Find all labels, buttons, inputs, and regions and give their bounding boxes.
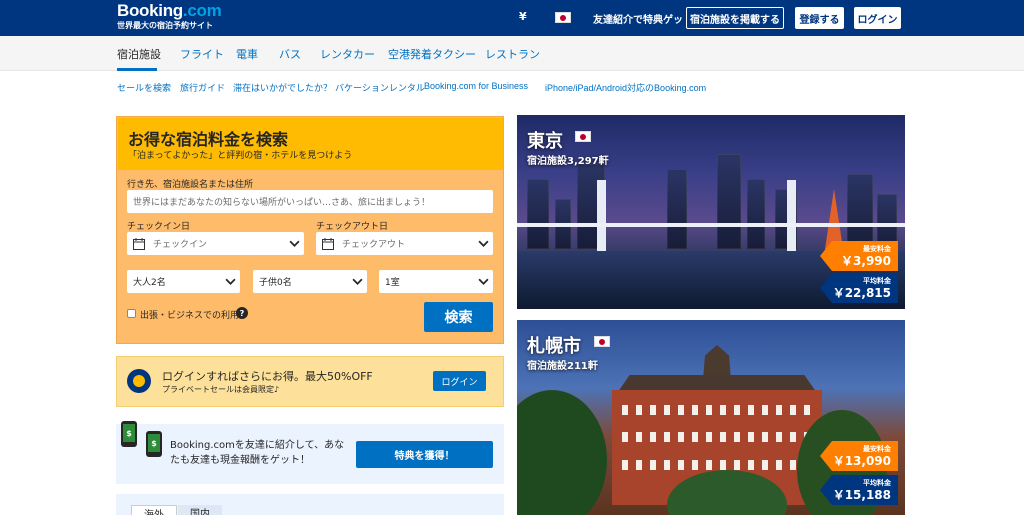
adults-select[interactable]: 大人2名: [127, 270, 240, 293]
phone-cash-icon: [146, 431, 162, 457]
avg-price-label: 平均料金: [863, 276, 891, 285]
tree: [517, 390, 607, 515]
sublink-travel-guide[interactable]: 旅行ガイド: [180, 81, 225, 94]
business-trip-label: 出張・ビジネスでの利用: [140, 311, 240, 321]
search-button[interactable]: 検索: [424, 302, 493, 332]
min-price-value: ￥3,990: [841, 253, 891, 268]
sublink-deals[interactable]: セールを検索: [117, 81, 171, 94]
sublink-business[interactable]: Booking.com for Business: [424, 81, 528, 91]
login-promo-subtitle: プライベートセールは会員限定♪: [162, 385, 280, 394]
checkin-date-field[interactable]: チェックイン: [127, 232, 304, 255]
register-button[interactable]: 登録する: [795, 7, 844, 29]
min-price-value: ￥13,090: [832, 453, 891, 468]
skyline-building: [667, 169, 687, 249]
referral-claim-button[interactable]: 特典を獲得！: [356, 441, 493, 468]
calendar-icon: [133, 237, 145, 250]
login-button[interactable]: ログイン: [854, 7, 901, 29]
destination-label: 行き先、宿泊施設名または住所: [127, 180, 254, 190]
property-count: 宿泊施設211軒: [527, 361, 598, 372]
currency-selector[interactable]: ¥: [519, 10, 527, 23]
skyline-building: [527, 179, 549, 249]
skyline-building: [747, 179, 765, 249]
search-subtitle: 「泊まってよかった」と評判の宿・ホテルを見つけよう: [128, 151, 353, 161]
japan-flag-icon: [594, 336, 610, 347]
tab-bus[interactable]: バス: [279, 46, 301, 62]
building-dome: [703, 345, 731, 380]
chevron-down-icon: [225, 276, 236, 285]
tab-trains[interactable]: 電車: [236, 46, 258, 62]
chevron-down-icon: [478, 276, 489, 285]
logo-tagline: 世界最大の宿泊予約サイト: [117, 21, 213, 30]
window-row: [622, 460, 812, 470]
login-promo-title: ログインすればさらにお得。最大50%OFF: [162, 370, 373, 383]
min-price-tag: 最安料金 ￥3,990: [820, 241, 898, 271]
tab-car-rental[interactable]: レンタカー: [320, 46, 375, 62]
chevron-down-icon: [289, 238, 300, 247]
rooms-select[interactable]: 1室: [379, 270, 493, 293]
tokyo-tower: [825, 189, 843, 249]
rooms-value: 1室: [385, 278, 400, 288]
promo-login-button[interactable]: ログイン: [433, 371, 486, 391]
adults-value: 大人2名: [133, 278, 166, 288]
bridge-deck: [517, 223, 905, 227]
tab-stays[interactable]: 宿泊施設: [117, 46, 161, 62]
skyline-building: [877, 194, 897, 249]
city-name: 東京: [527, 131, 563, 152]
tab-overseas[interactable]: 海外: [131, 505, 177, 515]
tab-restaurants[interactable]: レストラン: [485, 46, 540, 62]
product-nav: 宿泊施設 フライト 電車 バス レンタカー 空港発着タクシー レストラン: [0, 36, 1024, 71]
min-price-label: 最安料金: [863, 244, 891, 253]
sublink-vacation-rentals[interactable]: バケーションレンタル: [335, 81, 425, 94]
checkout-label: チェックアウト日: [316, 222, 389, 232]
children-select[interactable]: 子供0名: [253, 270, 367, 293]
japan-flag-icon: [575, 131, 591, 142]
city-card-tokyo[interactable]: 東京 宿泊施設3,297軒 最安料金 ￥3,990 平均料金 ￥22,815: [517, 115, 905, 309]
help-icon[interactable]: ?: [236, 307, 248, 319]
city-card-sapporo[interactable]: 札幌市 宿泊施設211軒 最安料金 ￥13,090 平均料金 ￥15,188: [517, 320, 905, 515]
min-price-tag: 最安料金 ￥13,090: [820, 441, 898, 471]
referral-text: Booking.comを友達に紹介して、あなたも友達も現金報酬をゲット！: [170, 440, 345, 466]
avg-price-tag: 平均料金 ￥15,188: [820, 475, 898, 505]
calendar-icon: [322, 237, 334, 250]
city-name: 札幌市: [527, 336, 581, 357]
property-count: 宿泊施設3,297軒: [527, 156, 609, 167]
skyline-building: [717, 154, 741, 249]
chevron-down-icon: [478, 238, 489, 247]
active-tab-indicator: [117, 68, 157, 71]
sublink-apps[interactable]: iPhone/iPad/Android対応のBooking.com: [545, 81, 706, 94]
bridge-tower: [597, 180, 606, 260]
destination-input[interactable]: 世界にはまだあなたの知らない場所がいっぱい…さあ、旅に出ましょう！: [127, 190, 493, 213]
min-price-label: 最安料金: [863, 444, 891, 453]
search-header: お得な宿泊料金を検索 「泊まってよかった」と評判の宿・ホテルを見つけよう: [118, 118, 503, 170]
avg-price-tag: 平均料金 ￥22,815: [820, 273, 898, 303]
window-row: [622, 405, 812, 415]
language-flag-icon[interactable]: [555, 12, 571, 23]
genius-icon: [127, 369, 151, 393]
avg-price-value: ￥22,815: [832, 285, 891, 300]
skyline-building: [847, 174, 873, 249]
window-row: [622, 432, 812, 442]
search-title: お得な宿泊料金を検索: [128, 130, 289, 149]
sublink-reviews[interactable]: 滞在はいかがでしたか？: [233, 81, 332, 94]
avg-price-value: ￥15,188: [832, 487, 891, 502]
phone-cash-icon: [121, 421, 137, 447]
children-value: 子供0名: [259, 278, 292, 288]
tab-domestic[interactable]: 国内: [178, 505, 222, 515]
checkin-placeholder: チェックイン: [153, 240, 208, 250]
business-trip-checkbox[interactable]: [127, 309, 136, 318]
invite-friends-link[interactable]: 友達紹介で特典ゲット: [593, 11, 693, 26]
checkin-label: チェックイン日: [127, 222, 191, 232]
logo-wordmark: Booking.com: [117, 1, 222, 20]
avg-price-label: 平均料金: [863, 478, 891, 487]
checkout-placeholder: チェックアウト: [342, 240, 406, 250]
list-property-button[interactable]: 宿泊施設を掲載する: [686, 7, 784, 29]
tab-airport-taxi[interactable]: 空港発着タクシー: [388, 46, 476, 62]
tab-flights[interactable]: フライト: [180, 46, 224, 62]
chevron-down-icon: [352, 276, 363, 285]
top-header: Booking.com 世界最大の宿泊予約サイト ¥ 友達紹介で特典ゲット 宿泊…: [0, 0, 1024, 36]
checkout-date-field[interactable]: チェックアウト: [316, 232, 493, 255]
booking-logo[interactable]: Booking.com 世界最大の宿泊予約サイト: [117, 1, 222, 31]
